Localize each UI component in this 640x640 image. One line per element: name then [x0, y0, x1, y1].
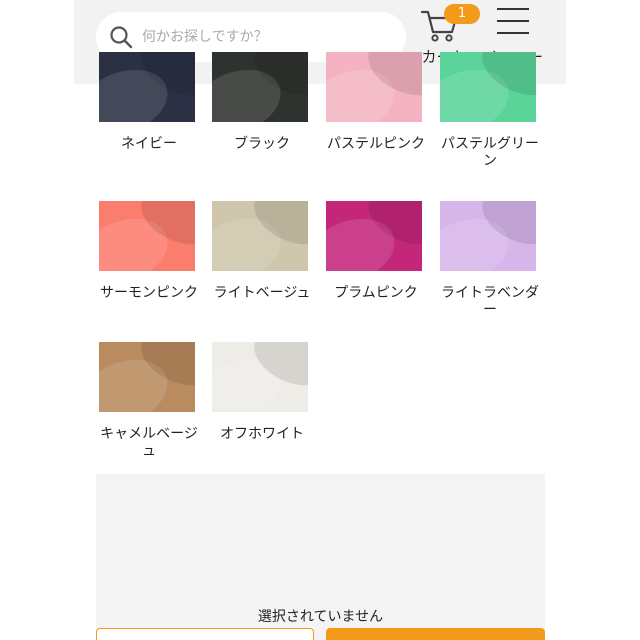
fabric-swatch-image	[99, 52, 195, 122]
color-variant-item[interactable]: ライトベージュ	[212, 201, 312, 302]
secondary-action-button[interactable]	[96, 628, 314, 640]
color-variant-item[interactable]: ライトラベンダー	[440, 201, 540, 319]
color-variant-label: プラムピンク	[334, 285, 418, 301]
color-variant-item[interactable]: キャメルベージュ	[99, 342, 199, 460]
selection-panel: 選択されていません	[96, 474, 545, 640]
color-variant-item[interactable]: ネイビー	[99, 52, 199, 153]
fabric-swatch-image	[440, 52, 536, 122]
primary-action-button[interactable]	[326, 628, 545, 640]
color-variant-item[interactable]: サーモンピンク	[99, 201, 199, 302]
hamburger-menu-icon	[497, 8, 529, 34]
fabric-swatch-image	[212, 52, 308, 122]
color-variant-item[interactable]: オフホワイト	[212, 342, 312, 443]
color-variant-label: キャメルベージュ	[100, 426, 198, 459]
color-variant-label: オフホワイト	[220, 426, 304, 442]
color-variant-label: ブラック	[234, 136, 290, 152]
color-variant-label: ネイビー	[121, 136, 177, 152]
fabric-swatch-image	[212, 342, 308, 412]
search-icon	[110, 26, 133, 49]
color-variant-label: パステルピンク	[327, 136, 425, 152]
fabric-swatch-image	[99, 201, 195, 271]
color-variant-label: サーモンピンク	[100, 285, 198, 301]
cart-count-badge: 1	[444, 4, 480, 24]
fabric-swatch-image	[326, 201, 422, 271]
color-variant-label: ライトラベンダー	[441, 285, 539, 318]
search-input[interactable]	[142, 22, 392, 52]
fabric-swatch-image	[212, 201, 308, 271]
color-variant-item[interactable]: プラムピンク	[326, 201, 426, 302]
fabric-swatch-image	[99, 342, 195, 412]
fabric-swatch-image	[326, 52, 422, 122]
selection-status: 選択されていません	[257, 609, 384, 625]
color-variant-label: パステルグリーン	[441, 136, 539, 169]
color-variant-item[interactable]: パステルピンク	[326, 52, 426, 153]
color-variant-label: ライトベージュ	[213, 285, 311, 301]
color-variant-item[interactable]: ブラック	[212, 52, 312, 153]
color-variant-item[interactable]: パステルグリーン	[440, 52, 540, 170]
fabric-swatch-image	[440, 201, 536, 271]
